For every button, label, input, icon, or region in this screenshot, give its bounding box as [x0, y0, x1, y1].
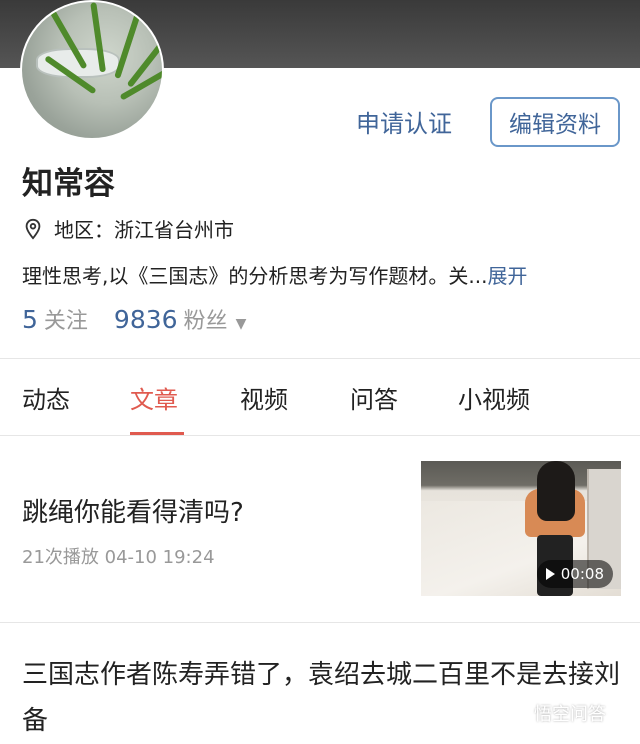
video-duration: 00:08: [560, 565, 604, 583]
avatar[interactable]: [20, 0, 164, 140]
region-text: 地区：浙江省台州市: [54, 218, 234, 242]
followers-count[interactable]: 9836: [114, 305, 178, 334]
divider: [0, 622, 640, 623]
tab-videos[interactable]: 视频: [240, 380, 288, 415]
divider: [0, 435, 640, 436]
tab-dongtai[interactable]: 动态: [22, 380, 70, 415]
feed-item-meta: 21次播放 04-10 19:24: [22, 547, 215, 568]
following-count[interactable]: 5: [22, 305, 38, 334]
bio-text: 理性思考,以《三国志》的分析思考为写作题材。关...: [22, 264, 488, 288]
feed-item-title[interactable]: 三国志作者陈寿弄错了，袁绍去城二百里不是去接刘备: [22, 652, 622, 744]
caret-down-icon[interactable]: ▼: [236, 316, 247, 332]
tab-short-videos[interactable]: 小视频: [458, 380, 530, 415]
feed-item-title[interactable]: 跳绳你能看得清吗?: [22, 492, 244, 529]
video-duration-badge: 00:08: [536, 560, 613, 588]
region-row: 地区：浙江省台州市: [22, 214, 234, 243]
apply-verification-button[interactable]: 申请认证: [356, 104, 452, 139]
bio-expand-link[interactable]: 展开: [487, 264, 527, 288]
thumbnail-person-hair: [537, 461, 575, 521]
video-thumbnail[interactable]: 00:08: [421, 461, 621, 596]
watermark-text: 悟空问答: [534, 704, 606, 725]
watermark: 悟空问答: [508, 700, 606, 726]
edit-profile-button[interactable]: 编辑资料: [490, 97, 620, 147]
tab-bar: 动态 文章 视频 问答 小视频: [0, 380, 640, 436]
play-icon: [545, 568, 555, 580]
divider: [0, 358, 640, 359]
follow-stats: 5 关注 9836 粉丝 ▼: [22, 303, 246, 335]
following-label[interactable]: 关注: [44, 303, 88, 335]
tab-articles[interactable]: 文章: [130, 380, 178, 415]
profile-name: 知常容: [22, 166, 115, 202]
followers-label[interactable]: 粉丝: [184, 303, 228, 335]
tab-qa[interactable]: 问答: [350, 380, 398, 415]
bio: 理性思考,以《三国志》的分析思考为写作题材。关...展开: [22, 260, 527, 289]
location-pin-icon: [25, 218, 41, 240]
watermark-logo-icon: [508, 702, 530, 724]
